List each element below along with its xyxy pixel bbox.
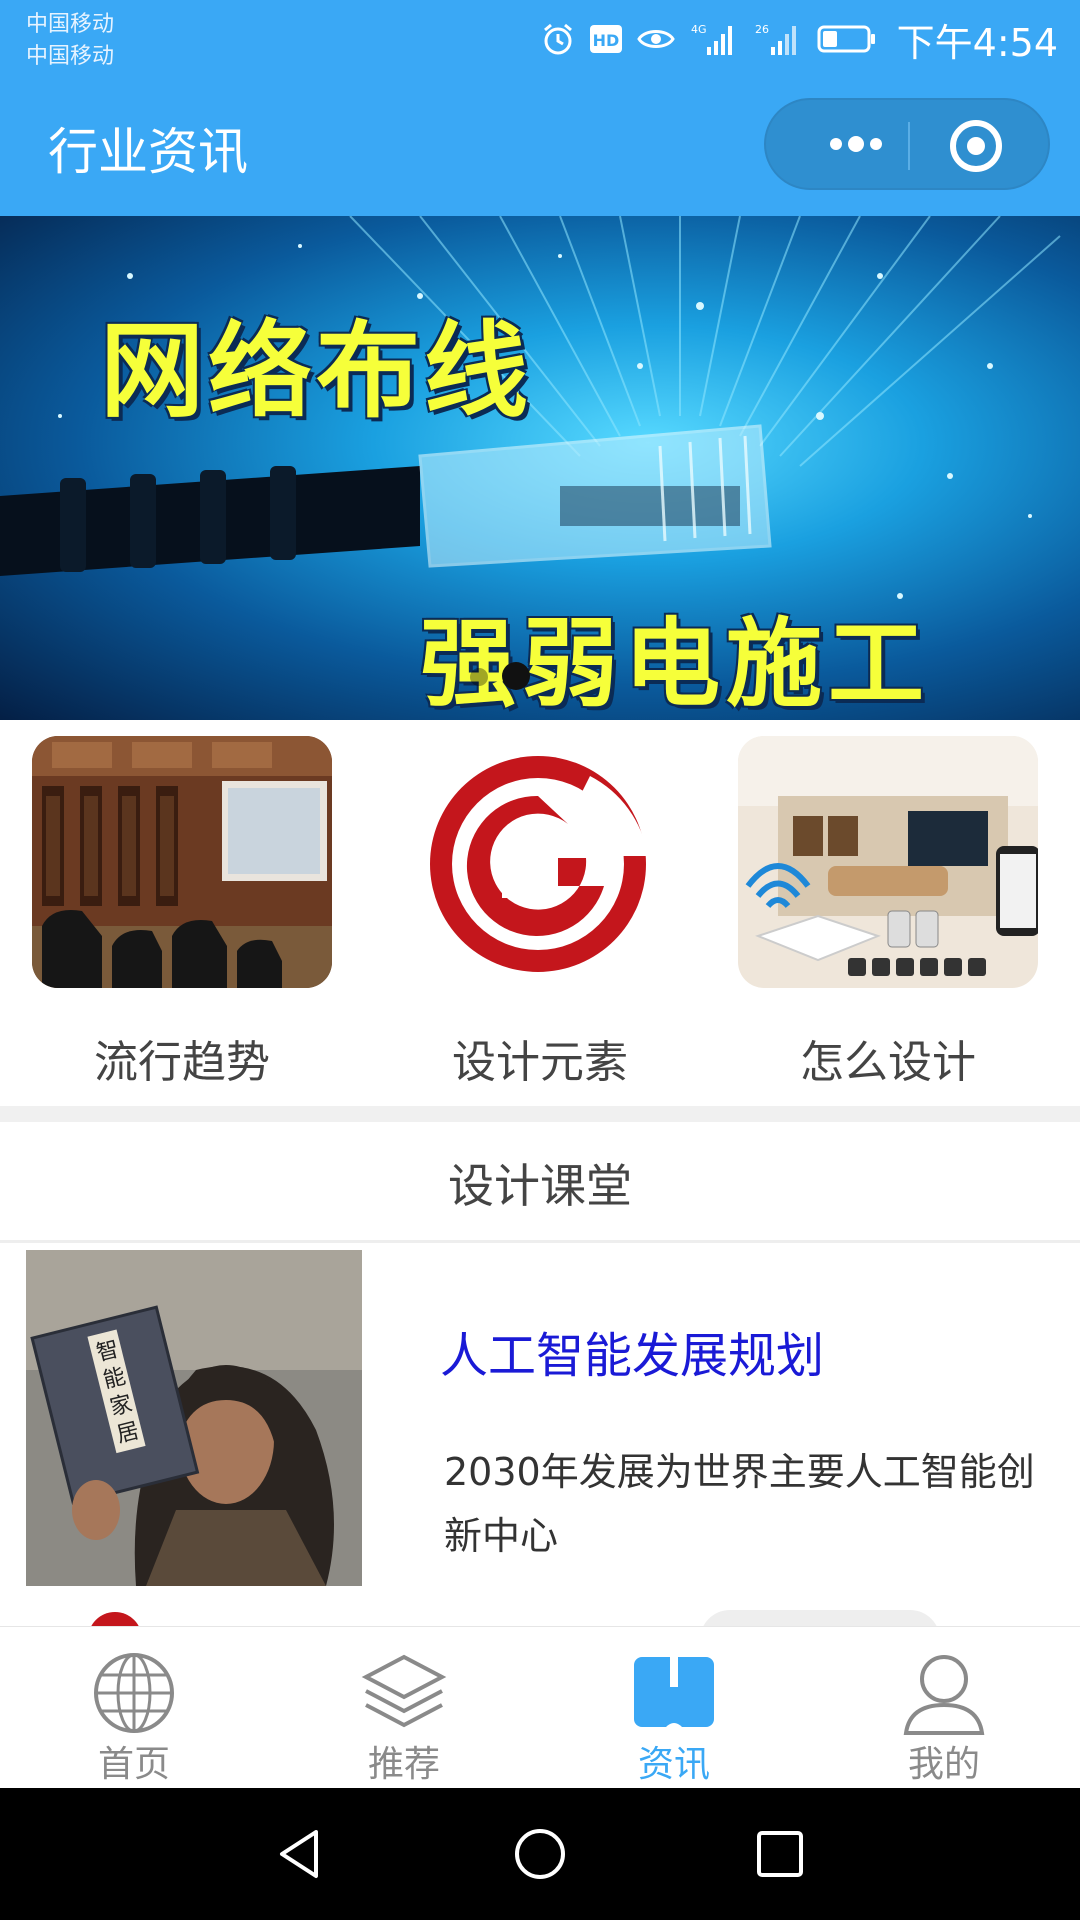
article-thumbnail: 智 能 家 居 (26, 1250, 362, 1586)
battery-icon (817, 25, 875, 53)
red-g-logo (390, 736, 690, 988)
article-title[interactable]: 人工智能发展规划 (440, 1316, 824, 1386)
banner-headline-1: 网络布线 (100, 310, 533, 432)
mini-program-capsule (764, 98, 1050, 190)
banner-carousel[interactable]: 网络布线 强弱电施工 (0, 216, 1080, 720)
carrier-label-1: 中国移动 (26, 12, 115, 37)
carrier-label-2: 中国移动 (26, 44, 115, 69)
eye-icon (636, 30, 675, 48)
tab-mine[interactable]: 我的 (844, 1635, 1044, 1785)
capsule-divider (908, 122, 910, 170)
book-icon (634, 1657, 714, 1727)
category-label: 怎么设计 (800, 1037, 976, 1088)
alarm-icon (543, 23, 572, 55)
hd-icon: HD (589, 25, 622, 53)
banner-headline-2: 强弱电施工 (420, 608, 930, 720)
section-title-divider (0, 1240, 1080, 1243)
system-navigation-bar (0, 1788, 1080, 1920)
section-divider (0, 1106, 1080, 1122)
category-label: 设计元素 (452, 1037, 628, 1088)
top-bar: 中国移动 中国移动 HD 4G 26 下午4:54 行业资讯 (0, 0, 1080, 216)
globe-icon (94, 1653, 174, 1733)
status-time: 下午4:54 (896, 20, 1058, 65)
carousel-dot[interactable] (470, 668, 488, 686)
page-title: 行业资讯 (48, 123, 248, 181)
recents-icon[interactable] (752, 1826, 808, 1882)
signal-4g-icon: 4G (691, 23, 732, 55)
bottom-tab-bar: 首页 推荐 资讯 我的 (0, 1626, 1080, 1789)
carousel-dot-active[interactable] (502, 662, 530, 690)
tab-label: 我的 (907, 1744, 980, 1785)
target-circle-icon[interactable] (946, 116, 1006, 176)
category-design-elements[interactable]: 设计元素 (390, 736, 690, 1088)
signal-26-icon: 26 (755, 23, 796, 55)
smart-home-diagram (738, 736, 1038, 988)
layers-icon (361, 1654, 447, 1728)
tab-label: 资讯 (637, 1744, 710, 1785)
category-trends[interactable]: 流行趋势 (32, 736, 332, 1088)
category-grid: 流行趋势 设计元素 怎么设计 (0, 720, 1080, 1100)
back-icon[interactable] (272, 1826, 328, 1882)
net-26-text: 26 (755, 23, 769, 36)
person-icon (903, 1655, 985, 1735)
article-card[interactable]: 智 能 家 居 人工智能发展规划 2030年发展为世界主要人工智能创新中心 (0, 1250, 1080, 1590)
tab-label: 推荐 (367, 1744, 440, 1785)
net-4g-text: 4G (691, 23, 707, 36)
more-dots-icon[interactable] (806, 118, 906, 170)
home-theater-photo (32, 736, 332, 988)
section-title: 设计课堂 (448, 1159, 632, 1213)
hd-badge-text: HD (592, 31, 619, 50)
tab-recommend[interactable]: 推荐 (304, 1635, 504, 1785)
tab-news[interactable]: 资讯 (574, 1635, 774, 1785)
tab-home[interactable]: 首页 (34, 1635, 234, 1785)
article-description: 2030年发展为世界主要人工智能创新中心 (444, 1450, 1035, 1558)
home-icon[interactable] (512, 1826, 568, 1882)
status-icons: HD 4G 26 下午4:54 (541, 8, 1058, 70)
tab-label: 首页 (97, 1744, 170, 1785)
category-how-to-design[interactable]: 怎么设计 (738, 736, 1038, 1088)
category-label: 流行趋势 (94, 1037, 270, 1088)
